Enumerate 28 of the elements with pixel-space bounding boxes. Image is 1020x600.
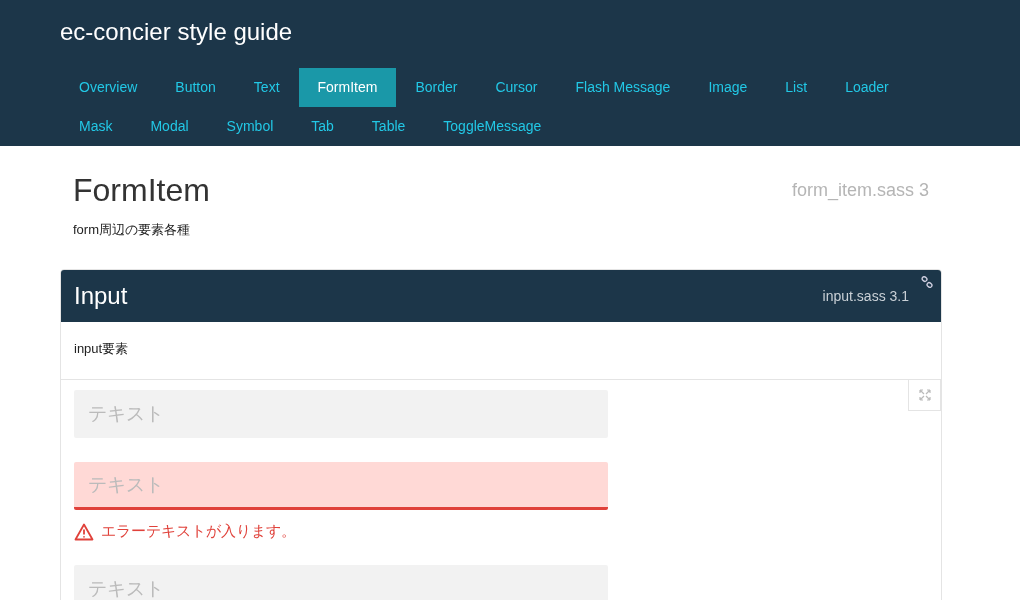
nav-tab[interactable]: Mask <box>60 107 132 146</box>
nav-tab[interactable]: Overview <box>60 68 157 107</box>
nav-tab[interactable]: Border <box>396 68 477 107</box>
nav-tab[interactable]: Cursor <box>476 68 557 107</box>
nav-tab[interactable]: Modal <box>131 107 208 146</box>
warning-icon <box>74 522 94 541</box>
source-file-label: input.sass 3.1 <box>822 288 909 304</box>
section-title: Input <box>74 282 128 310</box>
nav-tab[interactable]: Button <box>156 68 235 107</box>
site-title: ec-concier style guide <box>60 18 294 47</box>
nav-tab[interactable]: FormItem <box>298 68 397 107</box>
nav-tab[interactable]: Symbol <box>207 107 293 146</box>
error-message: エラーテキストが入ります。 <box>101 522 296 541</box>
source-file-label: form_item.sass 3 <box>791 180 929 201</box>
nav-tab[interactable]: Text <box>234 68 299 107</box>
nav-tab[interactable]: Table <box>352 107 425 146</box>
text-input[interactable]: テキスト <box>74 462 608 510</box>
page-description: form周辺の要素各種 <box>73 221 191 239</box>
nav-tab[interactable]: ToggleMessage <box>424 107 561 146</box>
nav-tab[interactable]: List <box>766 68 827 107</box>
nav-tab[interactable]: Flash Message <box>556 68 690 107</box>
nav-tab[interactable]: Tab <box>292 107 353 146</box>
expand-icon <box>918 389 931 401</box>
page-title: FormItem <box>73 172 210 209</box>
section-description: input要素 <box>61 322 941 380</box>
link-icon[interactable] <box>921 276 933 288</box>
nav-tab[interactable]: Loader <box>826 68 908 107</box>
nav-tab[interactable]: Image <box>689 68 767 107</box>
